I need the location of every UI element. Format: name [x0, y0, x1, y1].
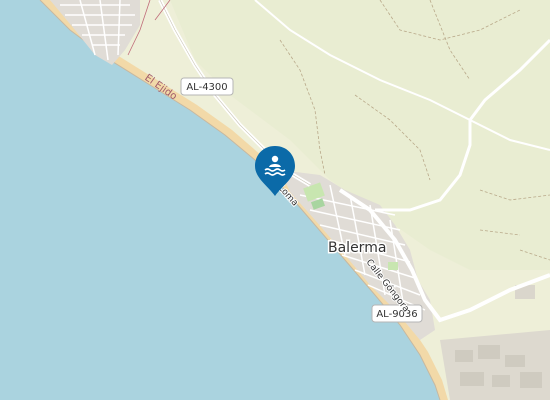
- road-label-al-9036: AL-9036: [376, 309, 417, 320]
- map-view[interactable]: AL-4300 AL-9036 El Ejido Balerma Calle G…: [0, 0, 550, 400]
- road-shield-al-4300: AL-4300: [180, 77, 234, 96]
- greenhouse-area: [440, 330, 550, 400]
- road-label-al-4300: AL-4300: [186, 82, 227, 93]
- park-area-2: [388, 262, 398, 270]
- town-label-balerma: Balerma: [328, 240, 386, 256]
- road-shield-al-9036: AL-9036: [371, 304, 423, 323]
